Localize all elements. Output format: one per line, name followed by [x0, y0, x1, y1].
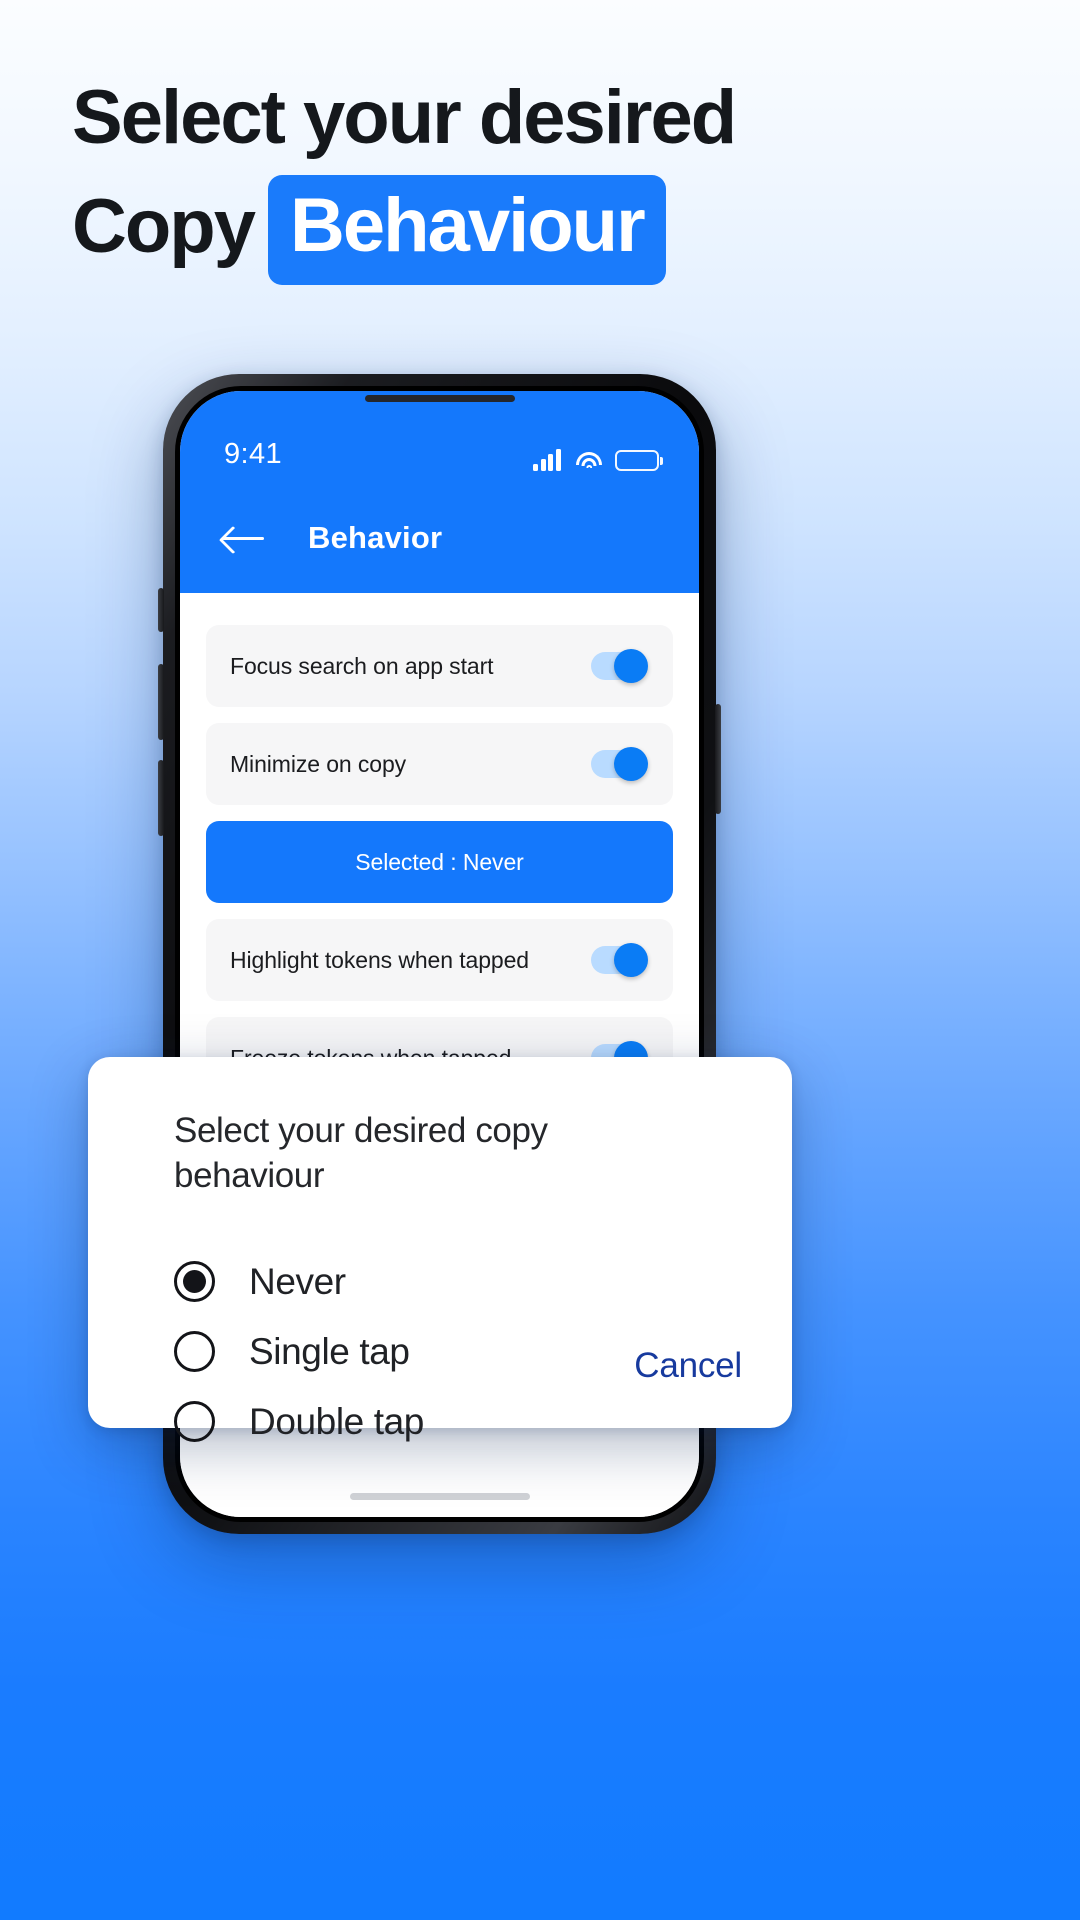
status-bar-time: 9:41 [224, 438, 283, 470]
setting-label: Minimize on copy [230, 750, 407, 777]
selected-behaviour-button[interactable]: Selected : Never [206, 821, 673, 903]
phone-volume-down-button[interactable] [158, 760, 164, 836]
app-toolbar: Behavior [180, 483, 699, 593]
headline-prefix: Copy [72, 183, 256, 269]
setting-label: Highlight tokens when tapped [230, 946, 529, 973]
copy-behaviour-dialog: Select your desired copy behaviour Never… [88, 1057, 792, 1443]
headline-line-2: Copy Behaviour [72, 174, 1012, 285]
radio-button-icon[interactable] [174, 1331, 215, 1373]
phone-power-button[interactable] [715, 704, 721, 814]
home-indicator[interactable] [349, 1493, 530, 1500]
toggle-focus-search[interactable] [591, 649, 648, 683]
headline-highlight-badge: Behaviour [268, 174, 666, 285]
headline-line-1: Select your desired [72, 75, 737, 160]
radio-label: Double tap [249, 1400, 424, 1442]
back-arrow-icon[interactable] [222, 523, 264, 553]
setting-row-highlight-tokens[interactable]: Highlight tokens when tapped [206, 919, 673, 1001]
radio-option-double-tap[interactable]: Double tap [174, 1387, 748, 1457]
dialog-title: Select your desired copy behaviour [174, 1111, 548, 1195]
wifi-icon [576, 451, 602, 471]
radio-label: Never [249, 1260, 346, 1302]
setting-label: Focus search on app start [230, 652, 494, 679]
radio-button-icon[interactable] [174, 1261, 215, 1303]
status-bar: 9:41 [180, 391, 699, 483]
toggle-highlight-tokens[interactable] [591, 943, 648, 977]
radio-label: Single tap [249, 1330, 410, 1372]
phone-mute-switch[interactable] [158, 588, 164, 632]
toolbar-title: Behavior [308, 520, 443, 555]
setting-row-minimize-on-copy[interactable]: Minimize on copy [206, 723, 673, 805]
phone-earpiece-speaker [364, 395, 515, 402]
radio-button-icon[interactable] [174, 1401, 215, 1443]
status-bar-icons [533, 449, 659, 471]
signal-icon [533, 449, 563, 471]
battery-icon [615, 450, 659, 471]
page-headline: Select your desired Copy Behaviour [72, 66, 1012, 285]
cancel-button[interactable]: Cancel [634, 1346, 742, 1386]
radio-option-never[interactable]: Never [174, 1247, 748, 1317]
toggle-minimize-on-copy[interactable] [591, 747, 648, 781]
setting-row-focus-search[interactable]: Focus search on app start [206, 625, 673, 707]
phone-volume-up-button[interactable] [158, 664, 164, 740]
